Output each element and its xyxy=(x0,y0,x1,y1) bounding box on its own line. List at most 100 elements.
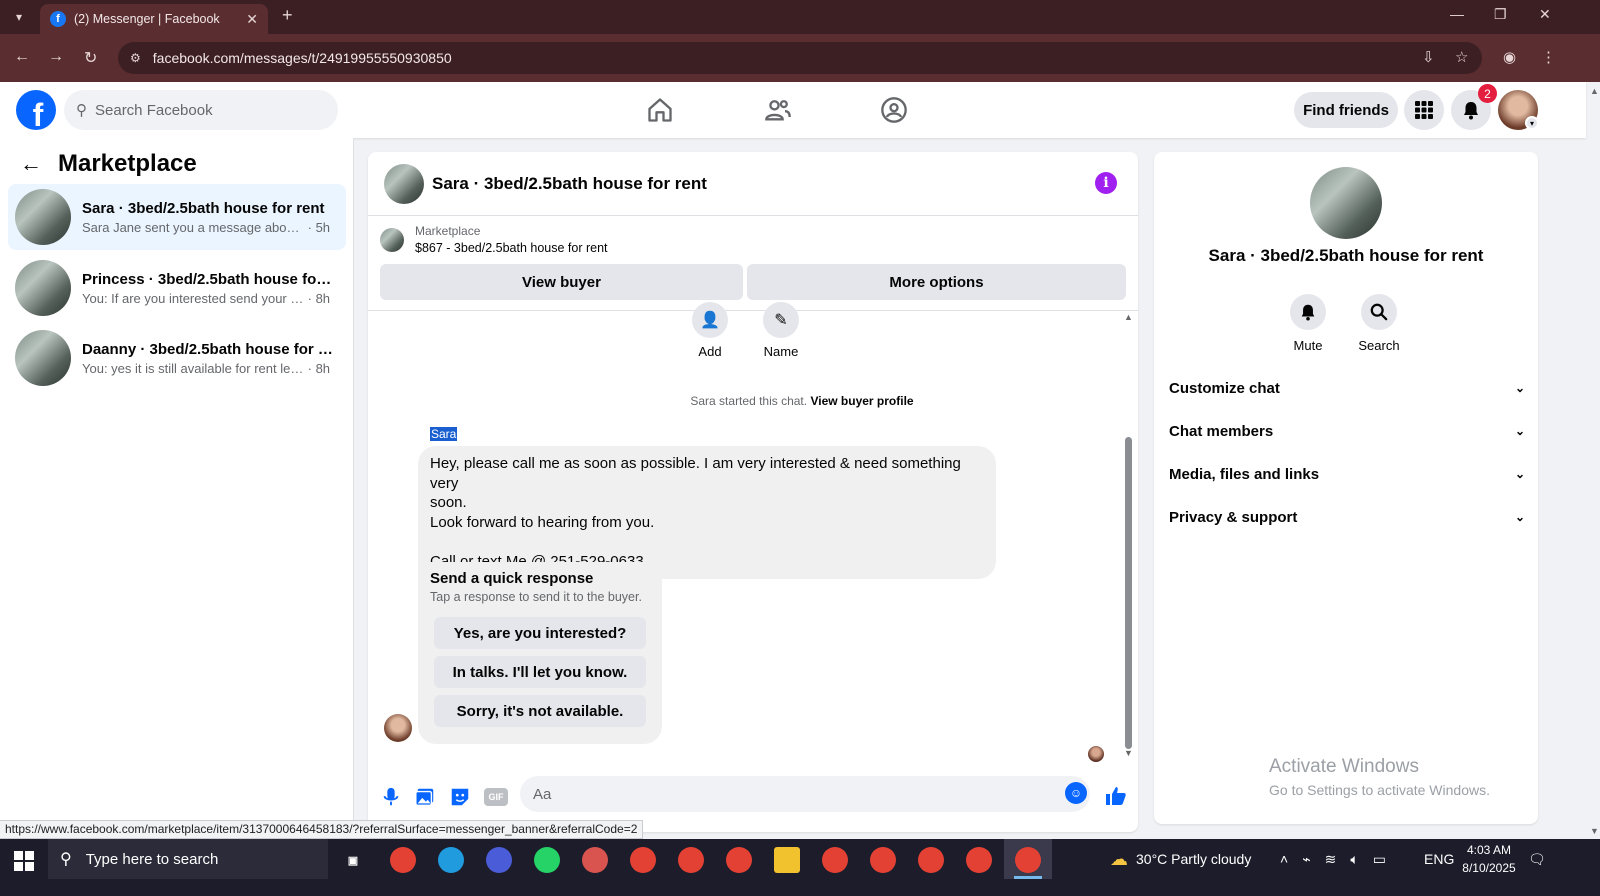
chat-title[interactable]: Sara · 3bed/2.5bath house for rent xyxy=(432,174,707,194)
home-icon[interactable] xyxy=(646,96,674,124)
edit-name-button[interactable]: ✎ Name xyxy=(751,302,811,359)
conversation-item[interactable]: Sara · 3bed/2.5bath house for rent Sara … xyxy=(8,184,346,250)
chrome-app-icon[interactable] xyxy=(726,847,752,873)
view-buyer-profile-link[interactable]: View buyer profile xyxy=(810,394,913,408)
add-member-button[interactable]: 👤 Add xyxy=(680,302,740,359)
notification-center-icon[interactable]: 🗨︎ xyxy=(1528,839,1546,879)
listing-thumbnail xyxy=(15,189,71,245)
tray-icons[interactable]: ˄ ⌁ ≋ 🔈︎ ▭ xyxy=(1280,839,1398,879)
language-indicator[interactable]: ENG xyxy=(1424,839,1454,879)
groups-icon[interactable] xyxy=(880,96,908,124)
network-icon[interactable]: ⌁ xyxy=(1302,851,1310,868)
watermark-line2: Go to Settings to activate Windows. xyxy=(1269,782,1490,798)
emoji-icon[interactable]: ☺ xyxy=(1065,782,1087,804)
info-icon[interactable]: i xyxy=(1095,172,1117,194)
page-scroll-up-icon[interactable]: ▲ xyxy=(1590,86,1599,96)
chat-members-section[interactable]: Chat members ⌄ xyxy=(1169,411,1525,451)
facebook-logo-icon[interactable]: f xyxy=(16,90,56,130)
message-composer: GIF Aa ☺ xyxy=(368,772,1138,822)
message-bubble[interactable]: Hey, please call me as soon as possible.… xyxy=(418,446,996,579)
find-friends-button[interactable]: Find friends xyxy=(1294,92,1398,128)
chevron-down-icon[interactable]: ▾ xyxy=(1525,116,1539,130)
app-icon[interactable] xyxy=(582,847,608,873)
chrome-app-icon[interactable] xyxy=(390,847,416,873)
chevron-down-icon: ⌄ xyxy=(1514,381,1525,395)
browser-tab-active[interactable]: f (2) Messenger | Facebook ✕ xyxy=(40,4,268,34)
conversation-item[interactable]: Princess · 3bed/2.5bath house for ... Yo… xyxy=(8,255,346,321)
conversation-preview: You: yes it is still available for rent … xyxy=(82,360,304,376)
quick-response-button[interactable]: Yes, are you interested? xyxy=(434,617,646,649)
task-view-icon[interactable]: ▣ xyxy=(340,847,366,873)
listing-banner[interactable]: Marketplace $867 - 3bed/2.5bath house fo… xyxy=(380,224,608,255)
windows-start-icon[interactable] xyxy=(14,851,34,871)
taskbar-search-input[interactable]: ⚲ Type here to search xyxy=(48,839,328,879)
quick-response-button[interactable]: Sorry, it's not available. xyxy=(434,695,646,727)
volume-icon[interactable]: 🔈︎ xyxy=(1350,851,1358,868)
install-app-icon[interactable]: ⇩ xyxy=(1422,48,1435,66)
chat-thumbnail[interactable] xyxy=(384,163,424,204)
taskbar-clock[interactable]: 4:03 AM 8/10/2025 xyxy=(1454,841,1524,877)
conversation-name: Daanny · 3bed/2.5bath house for r... xyxy=(82,340,334,358)
menu-grid-button[interactable] xyxy=(1404,90,1444,130)
customize-chat-section[interactable]: Customize chat ⌄ xyxy=(1169,368,1525,408)
tab-search-dropdown-icon[interactable]: ▾ xyxy=(8,6,30,28)
scroll-up-icon[interactable]: ▲ xyxy=(1124,312,1133,322)
chrome-app-icon[interactable] xyxy=(870,847,896,873)
photo-icon[interactable] xyxy=(414,786,436,808)
edge-app-icon[interactable] xyxy=(438,847,464,873)
mute-button[interactable]: Mute xyxy=(1278,294,1338,353)
sticker-icon[interactable] xyxy=(449,786,471,808)
thumbs-up-icon[interactable] xyxy=(1104,784,1128,808)
file-explorer-icon[interactable] xyxy=(774,847,800,873)
friends-icon[interactable] xyxy=(764,96,792,124)
chevron-up-icon[interactable]: ˄ xyxy=(1280,851,1288,867)
search-icon: ⚲ xyxy=(60,851,72,868)
sender-avatar[interactable] xyxy=(384,714,412,742)
battery-icon[interactable]: ▭ xyxy=(1373,851,1386,868)
back-icon[interactable]: ← xyxy=(14,48,30,66)
whatsapp-app-icon[interactable] xyxy=(534,847,560,873)
url-omnibox[interactable]: ⚙ facebook.com/messages/t/24919955550930… xyxy=(118,42,1482,74)
privacy-support-section[interactable]: Privacy & support ⌄ xyxy=(1169,497,1525,537)
browser-menu-icon[interactable]: ⋮ xyxy=(1541,48,1556,66)
forward-icon[interactable]: → xyxy=(48,48,64,66)
facebook-search-input[interactable]: ⚲ Search Facebook xyxy=(64,90,338,130)
weather-widget[interactable]: ☁ 30°C Partly cloudy xyxy=(1110,839,1251,879)
tab-close-icon[interactable]: ✕ xyxy=(246,11,258,28)
app-icon[interactable] xyxy=(486,847,512,873)
microphone-icon[interactable] xyxy=(380,786,402,808)
more-options-button[interactable]: More options xyxy=(747,264,1126,300)
wifi-icon[interactable]: ≋ xyxy=(1325,851,1337,868)
chrome-app-icon[interactable] xyxy=(966,847,992,873)
facebook-header: f ⚲ Search Facebook Find friends 2 ▾ xyxy=(0,82,1586,138)
chat-panel: Sara · 3bed/2.5bath house for rent i Mar… xyxy=(368,152,1138,832)
new-tab-icon[interactable]: + xyxy=(282,5,293,26)
section-label: Privacy & support xyxy=(1169,508,1298,526)
close-window-icon[interactable]: ✕ xyxy=(1539,6,1551,23)
view-buyer-button[interactable]: View buyer xyxy=(380,264,743,300)
media-files-links-section[interactable]: Media, files and links ⌄ xyxy=(1169,454,1525,494)
search-conversation-button[interactable]: Search xyxy=(1349,294,1409,353)
chrome-app-icon[interactable] xyxy=(630,847,656,873)
sidebar-title: Marketplace xyxy=(58,150,197,177)
chat-scrollbar-thumb[interactable] xyxy=(1125,437,1132,749)
watermark-line1: Activate Windows xyxy=(1269,756,1419,777)
conversation-item[interactable]: Daanny · 3bed/2.5bath house for r... You… xyxy=(8,325,346,391)
site-info-icon[interactable]: ⚙ xyxy=(130,51,141,65)
chrome-app-icon[interactable] xyxy=(918,847,944,873)
search-placeholder: Search Facebook xyxy=(95,101,213,119)
page-scroll-down-icon[interactable]: ▼ xyxy=(1590,826,1599,836)
chrome-app-icon[interactable] xyxy=(822,847,848,873)
back-arrow-icon[interactable]: ← xyxy=(20,151,42,177)
gif-icon[interactable]: GIF xyxy=(484,788,508,806)
message-input[interactable]: Aa xyxy=(520,776,1090,812)
chrome-app-icon[interactable] xyxy=(1015,847,1041,873)
chrome-app-icon[interactable] xyxy=(678,847,704,873)
restore-icon[interactable]: ❐ xyxy=(1494,6,1507,23)
scroll-down-icon[interactable]: ▼ xyxy=(1124,748,1133,758)
bookmark-star-icon[interactable]: ☆ xyxy=(1455,48,1468,66)
quick-response-button[interactable]: In talks. I'll let you know. xyxy=(434,656,646,688)
profile-icon[interactable]: ◉ xyxy=(1503,48,1516,66)
minimize-icon[interactable]: — xyxy=(1450,6,1464,22)
reload-icon[interactable]: ↻ xyxy=(84,48,97,68)
